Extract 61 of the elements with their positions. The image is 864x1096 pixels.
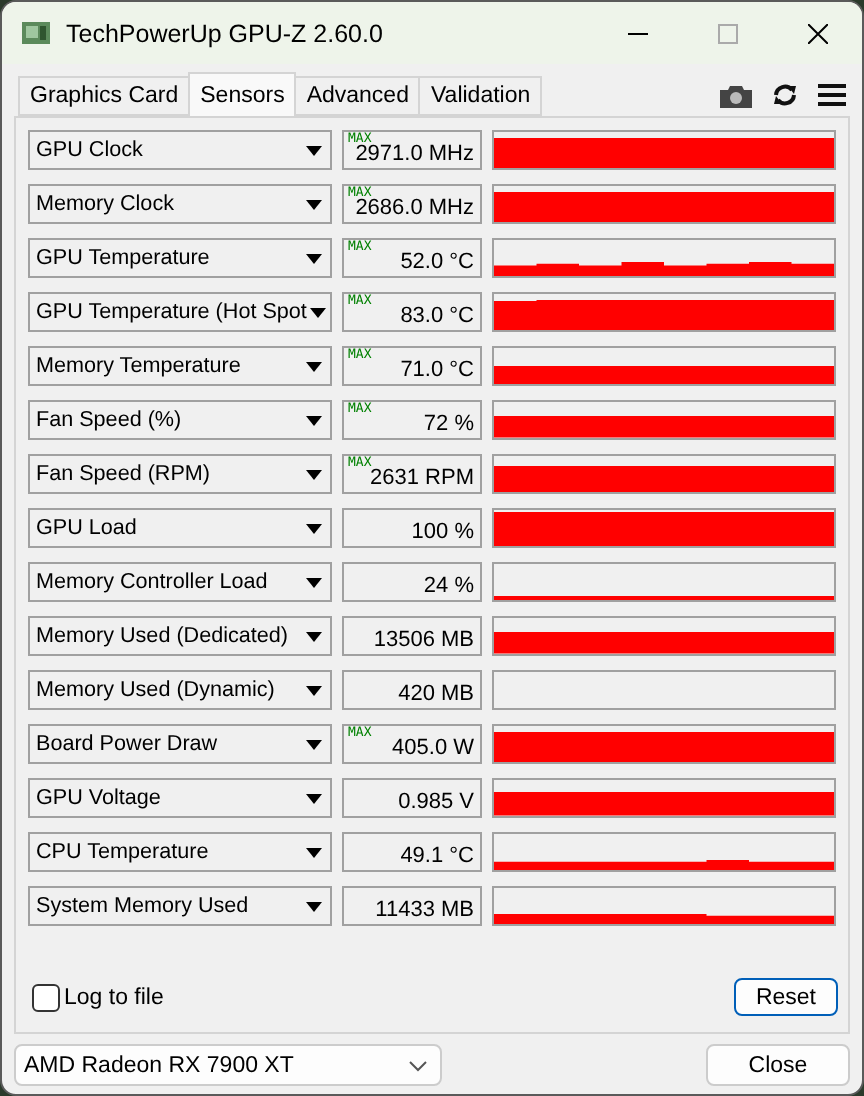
sensor-value: 24 %: [423, 574, 474, 598]
caret-icon: [306, 901, 322, 911]
caret-icon: [310, 307, 327, 317]
sensor-dropdown[interactable]: GPU Temperature (Hot Spot: [28, 292, 332, 332]
caret-icon: [306, 739, 322, 749]
log-to-file-checkbox[interactable]: Log to file: [32, 983, 164, 1011]
sensor-dropdown[interactable]: Memory Temperature: [28, 346, 332, 386]
sensor-dropdown[interactable]: CPU Temperature: [28, 832, 332, 872]
caret-icon: [306, 415, 322, 425]
caret-icon: [306, 793, 322, 803]
caret-icon: [306, 523, 322, 533]
sensor-value: 100 %: [411, 520, 474, 544]
chevron-down-icon: [408, 1059, 428, 1071]
sensor-value: 13506 MB: [373, 628, 474, 652]
sensor-value: 72 %: [423, 412, 474, 436]
close-button[interactable]: Close: [706, 1044, 850, 1086]
sensor-value: 49.1 °C: [400, 844, 474, 868]
window-title: TechPowerUp GPU-Z 2.60.0: [66, 19, 385, 47]
caret-icon: [306, 145, 322, 155]
reset-button[interactable]: Reset: [733, 978, 838, 1016]
sensor-dropdown[interactable]: Fan Speed (RPM): [28, 454, 332, 494]
caret-icon: [306, 577, 322, 587]
sensor-value: 2631 RPM: [370, 466, 474, 490]
caret-icon: [306, 847, 322, 857]
sensor-dropdown[interactable]: Memory Used (Dynamic): [28, 670, 332, 710]
maximize-icon: [717, 23, 737, 43]
sensor-value: 2686.0 MHz: [355, 196, 474, 220]
tab[interactable]: Sensors: [188, 72, 297, 116]
sensor-value: 71.0 °C: [400, 358, 474, 382]
sensor-dropdown[interactable]: System Memory Used: [28, 886, 332, 926]
sensor-dropdown[interactable]: Memory Controller Load: [28, 562, 332, 602]
graphics-card-icon: [22, 22, 50, 44]
sensor-dropdown[interactable]: Memory Used (Dedicated): [28, 616, 332, 656]
caret-icon: [306, 253, 322, 263]
sensor-dropdown[interactable]: Board Power Draw: [28, 724, 332, 764]
sensor-dropdown[interactable]: GPU Load: [28, 508, 332, 548]
tab[interactable]: Validation: [418, 76, 543, 116]
camera-icon[interactable]: [720, 83, 752, 107]
sensor-value: 83.0 °C: [400, 304, 474, 328]
close-icon: [807, 23, 827, 43]
sensor-dropdown[interactable]: GPU Voltage: [28, 778, 332, 818]
caret-icon: [306, 199, 322, 209]
caret-icon: [306, 469, 322, 479]
sensor-value: 2971.0 MHz: [355, 142, 474, 166]
tab[interactable]: Graphics Card: [18, 76, 191, 116]
sensor-value: 405.0 W: [392, 736, 474, 760]
device-select[interactable]: AMD Radeon RX 7900 XT: [14, 1044, 442, 1086]
sensor-value: 0.985 V: [398, 790, 474, 814]
tab[interactable]: Advanced: [294, 76, 421, 116]
sensor-dropdown[interactable]: Fan Speed (%): [28, 400, 332, 440]
caret-icon: [306, 685, 322, 695]
sensor-value: 420 MB: [398, 682, 474, 706]
caret-icon: [306, 361, 322, 371]
sensor-dropdown[interactable]: GPU Clock: [28, 130, 332, 170]
menu-icon[interactable]: [818, 84, 846, 106]
sensor-value: 52.0 °C: [400, 250, 474, 274]
refresh-icon[interactable]: [772, 82, 798, 108]
sensor-value: 11433 MB: [375, 898, 474, 922]
caret-icon: [306, 631, 322, 641]
sensor-dropdown[interactable]: GPU Temperature: [28, 238, 332, 278]
sensor-dropdown[interactable]: Memory Clock: [28, 184, 332, 224]
